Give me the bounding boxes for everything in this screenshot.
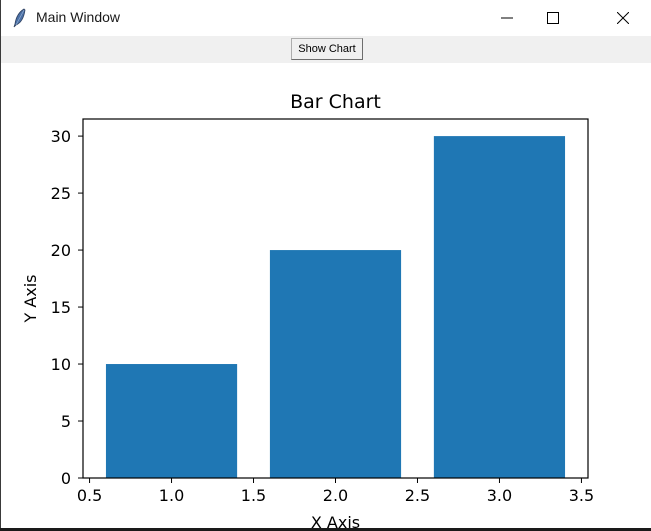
x-tick-label: 2.5	[405, 486, 430, 505]
minimize-button[interactable]	[484, 0, 530, 36]
x-tick-label: 0.5	[77, 486, 102, 505]
bar	[105, 364, 238, 478]
window-title: Main Window	[36, 9, 121, 25]
x-tick-label: 1.0	[159, 486, 184, 505]
maximize-icon	[547, 12, 559, 24]
toolbar: Show Chart	[1, 36, 651, 63]
x-tick-label: 1.5	[241, 486, 266, 505]
show-chart-button[interactable]: Show Chart	[291, 38, 363, 60]
x-tick-label: 3.0	[487, 486, 512, 505]
close-icon	[617, 12, 629, 24]
feather-icon	[13, 8, 27, 28]
y-tick-label: 25	[51, 184, 71, 203]
y-tick-label: 0	[61, 469, 71, 488]
close-button[interactable]	[600, 0, 646, 36]
y-axis-label: Y Axis	[21, 274, 40, 323]
y-tick-label: 30	[51, 127, 71, 146]
x-tick-label: 3.5	[569, 486, 594, 505]
x-tick-label: 2.0	[323, 486, 348, 505]
y-tick-label: 15	[51, 298, 71, 317]
maximize-button[interactable]	[530, 0, 576, 36]
chart-title: Bar Chart	[290, 91, 381, 113]
bar	[269, 250, 402, 478]
bar	[433, 136, 566, 478]
bar-chart: Bar Chart 0.5 1.0 1.5 2.0 2.5 3.0 3.5 0 5 10 15 20…	[21, 91, 594, 528]
title-bar[interactable]: Main Window	[1, 0, 651, 36]
y-tick-label: 10	[51, 355, 71, 374]
y-tick-label: 20	[51, 241, 71, 260]
minimize-icon	[501, 12, 513, 24]
y-tick-label: 5	[61, 412, 71, 431]
x-axis-label: X Axis	[311, 513, 360, 528]
